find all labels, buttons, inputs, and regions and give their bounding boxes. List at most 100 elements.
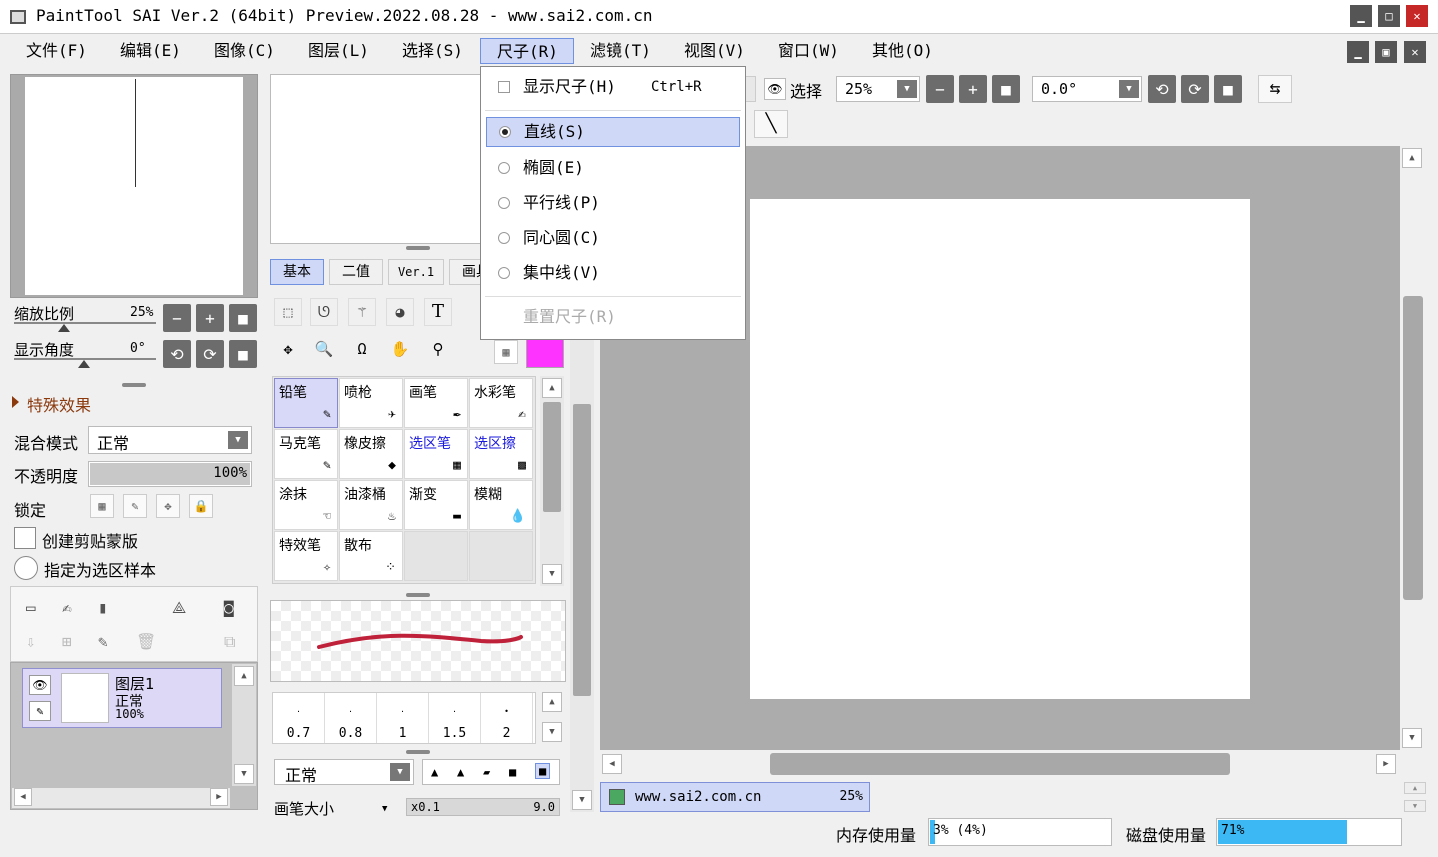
flip-horizontal-icon[interactable]: ⇆: [1258, 75, 1292, 103]
tool-cell[interactable]: 马克笔 ✎: [274, 429, 338, 479]
tip-square-icon[interactable]: ■: [509, 765, 516, 779]
delete-layer-icon[interactable]: 🗑: [136, 632, 156, 651]
ruler-type-item[interactable]: 集中线(V): [481, 257, 743, 289]
canvas-zoom-in-button[interactable]: +: [959, 75, 987, 103]
eyedropper-icon[interactable]: ⚲: [424, 336, 452, 364]
lock-all-icon[interactable]: 🔒: [189, 494, 213, 518]
canvas-hscroll[interactable]: ◀ ▶: [600, 752, 1400, 776]
brush-size-preset[interactable]: · 1: [377, 693, 429, 743]
tool-cell[interactable]: 画笔 ✒: [404, 378, 468, 428]
sample-radio[interactable]: [14, 556, 38, 580]
layer-mask-icon[interactable]: ◙: [224, 598, 234, 617]
brush-size-preset[interactable]: · 1.5: [429, 693, 481, 743]
lock-move-icon[interactable]: ✥: [156, 494, 180, 518]
canvas-zoom-reset-button[interactable]: ■: [992, 75, 1020, 103]
mdi-close-button[interactable]: ✕: [1404, 41, 1426, 63]
menu-image[interactable]: 图像(C): [208, 38, 281, 64]
rotate-right-button[interactable]: ⟳: [196, 340, 224, 368]
layer-settings-icon[interactable]: ⧉: [224, 632, 235, 652]
shape-icon[interactable]: ◕: [386, 298, 414, 326]
magic-wand-icon[interactable]: ⚚: [348, 298, 376, 326]
tool-cell[interactable]: 铅笔 ✎: [274, 378, 338, 428]
canvas-rotate-reset-button[interactable]: ■: [1214, 75, 1242, 103]
rotate-left-button[interactable]: ⟲: [163, 340, 191, 368]
tip-flat-icon[interactable]: ▰: [483, 765, 490, 779]
tab-binary[interactable]: 二值: [329, 259, 383, 285]
hand-tool-icon[interactable]: ✋: [386, 336, 414, 364]
mdi-minimize-button[interactable]: ▁: [1347, 41, 1369, 63]
ruler-type-item[interactable]: 同心圆(C): [481, 222, 743, 254]
tab-basic[interactable]: 基本: [270, 259, 324, 285]
tool-cell[interactable]: 涂抹 ☜: [274, 480, 338, 530]
menu-layer[interactable]: 图层(L): [302, 38, 375, 64]
menu-other[interactable]: 其他(O): [866, 38, 939, 64]
brush-size-slider[interactable]: x0.1 9.0: [406, 798, 560, 816]
menu-window[interactable]: 窗口(W): [772, 38, 845, 64]
menu-ruler[interactable]: 尺子(R): [480, 38, 574, 64]
tool-cell[interactable]: 特效笔 ✧: [274, 531, 338, 581]
maximize-button[interactable]: □: [1378, 5, 1400, 27]
rect-select-icon[interactable]: ⬚: [274, 298, 302, 326]
tool-cell[interactable]: 油漆桶 ♨: [339, 480, 403, 530]
brush-size-preset[interactable]: • 2: [481, 693, 533, 743]
canvas-document[interactable]: [750, 199, 1250, 699]
ruler-type-item[interactable]: 直线(S): [486, 117, 740, 147]
copy-layer-icon[interactable]: ⊞: [62, 632, 72, 651]
tool-cell[interactable]: 喷枪 ✈: [339, 378, 403, 428]
new-folder-icon[interactable]: ▮: [98, 598, 108, 617]
brush-tip-shapes[interactable]: ▲ ▲ ▰ ■ ■: [422, 759, 560, 785]
tab-scroll-down-button[interactable]: ▼: [1404, 800, 1426, 812]
close-button[interactable]: ✕: [1406, 5, 1428, 27]
new-layer-icon[interactable]: ▭: [26, 598, 36, 617]
panel-splitter[interactable]: [122, 383, 146, 387]
lock-paint-icon[interactable]: ✎: [123, 494, 147, 518]
clear-layer-icon[interactable]: ✎: [98, 632, 108, 651]
panel-splitter[interactable]: [406, 593, 430, 597]
brush-size-preset[interactable]: · 0.8: [325, 693, 377, 743]
brush-size-scrollbar[interactable]: ▲ ▼: [540, 692, 564, 744]
new-pen-layer-icon[interactable]: ✍: [62, 598, 72, 617]
canvas-zoom-select[interactable]: 25% ▼: [836, 76, 920, 102]
zoom-slider-thumb[interactable]: [58, 324, 70, 332]
zoom-reset-button[interactable]: ■: [229, 304, 257, 332]
mdi-restore-button[interactable]: ▣: [1375, 41, 1397, 63]
menu-edit[interactable]: 编辑(E): [114, 38, 187, 64]
canvas-angle-select[interactable]: 0.0° ▼: [1032, 76, 1142, 102]
text-tool-icon[interactable]: T: [424, 298, 452, 326]
layer-list-hscroll[interactable]: ◀ ▶: [12, 788, 230, 808]
move-tool-icon[interactable]: ✥: [274, 336, 302, 364]
tool-cell[interactable]: 选区笔 ▦: [404, 429, 468, 479]
canvas-zoom-out-button[interactable]: −: [926, 75, 954, 103]
show-ruler-checkbox[interactable]: [498, 81, 510, 93]
selection-visible-toggle[interactable]: 👁 选择: [762, 76, 830, 102]
opacity-slider[interactable]: 100%: [88, 461, 252, 487]
layer-list-vscroll[interactable]: ▲ ▼: [232, 664, 256, 786]
tool-cell[interactable]: 模糊 💧: [469, 480, 533, 530]
minimize-button[interactable]: ▁: [1350, 5, 1372, 27]
merge-down-icon[interactable]: ⇩: [26, 632, 36, 651]
zoom-out-button[interactable]: −: [163, 304, 191, 332]
tool-grid-scrollbar[interactable]: ▲ ▼: [540, 376, 564, 586]
effects-expand-icon[interactable]: [12, 396, 19, 408]
canvas-vscroll[interactable]: ▲ ▼: [1400, 146, 1426, 750]
rotate-reset-button[interactable]: ■: [229, 340, 257, 368]
empty-tool-slot[interactable]: [404, 531, 468, 581]
angle-slider-thumb[interactable]: [78, 360, 90, 368]
menu-filter[interactable]: 滤镜(T): [584, 38, 657, 64]
rotate-tool-icon[interactable]: Ω: [348, 336, 376, 364]
navigator-preview[interactable]: [10, 74, 258, 298]
zoom-in-button[interactable]: +: [196, 304, 224, 332]
ruler-type-item[interactable]: 椭圆(E): [481, 152, 743, 184]
brush-size-preset[interactable]: · 0.7: [273, 693, 325, 743]
brush-size-dropdown-icon[interactable]: ▼: [382, 804, 387, 814]
menu-select[interactable]: 选择(S): [396, 38, 469, 64]
tab-scroll-up-button[interactable]: ▲: [1404, 782, 1426, 794]
effects-label[interactable]: 特殊效果: [27, 392, 91, 416]
lasso-icon[interactable]: ᘎ: [310, 298, 338, 326]
brush-mode-select[interactable]: 正常 ▼: [274, 759, 414, 785]
tool-cell[interactable]: 选区擦 ▩: [469, 429, 533, 479]
menu-file[interactable]: 文件(F): [20, 38, 93, 64]
tool-cell[interactable]: 散布 ⁘: [339, 531, 403, 581]
show-ruler-item[interactable]: 显示尺子(H) Ctrl+R: [481, 71, 743, 103]
document-tab[interactable]: www.sai2.com.cn 25%: [600, 782, 870, 812]
